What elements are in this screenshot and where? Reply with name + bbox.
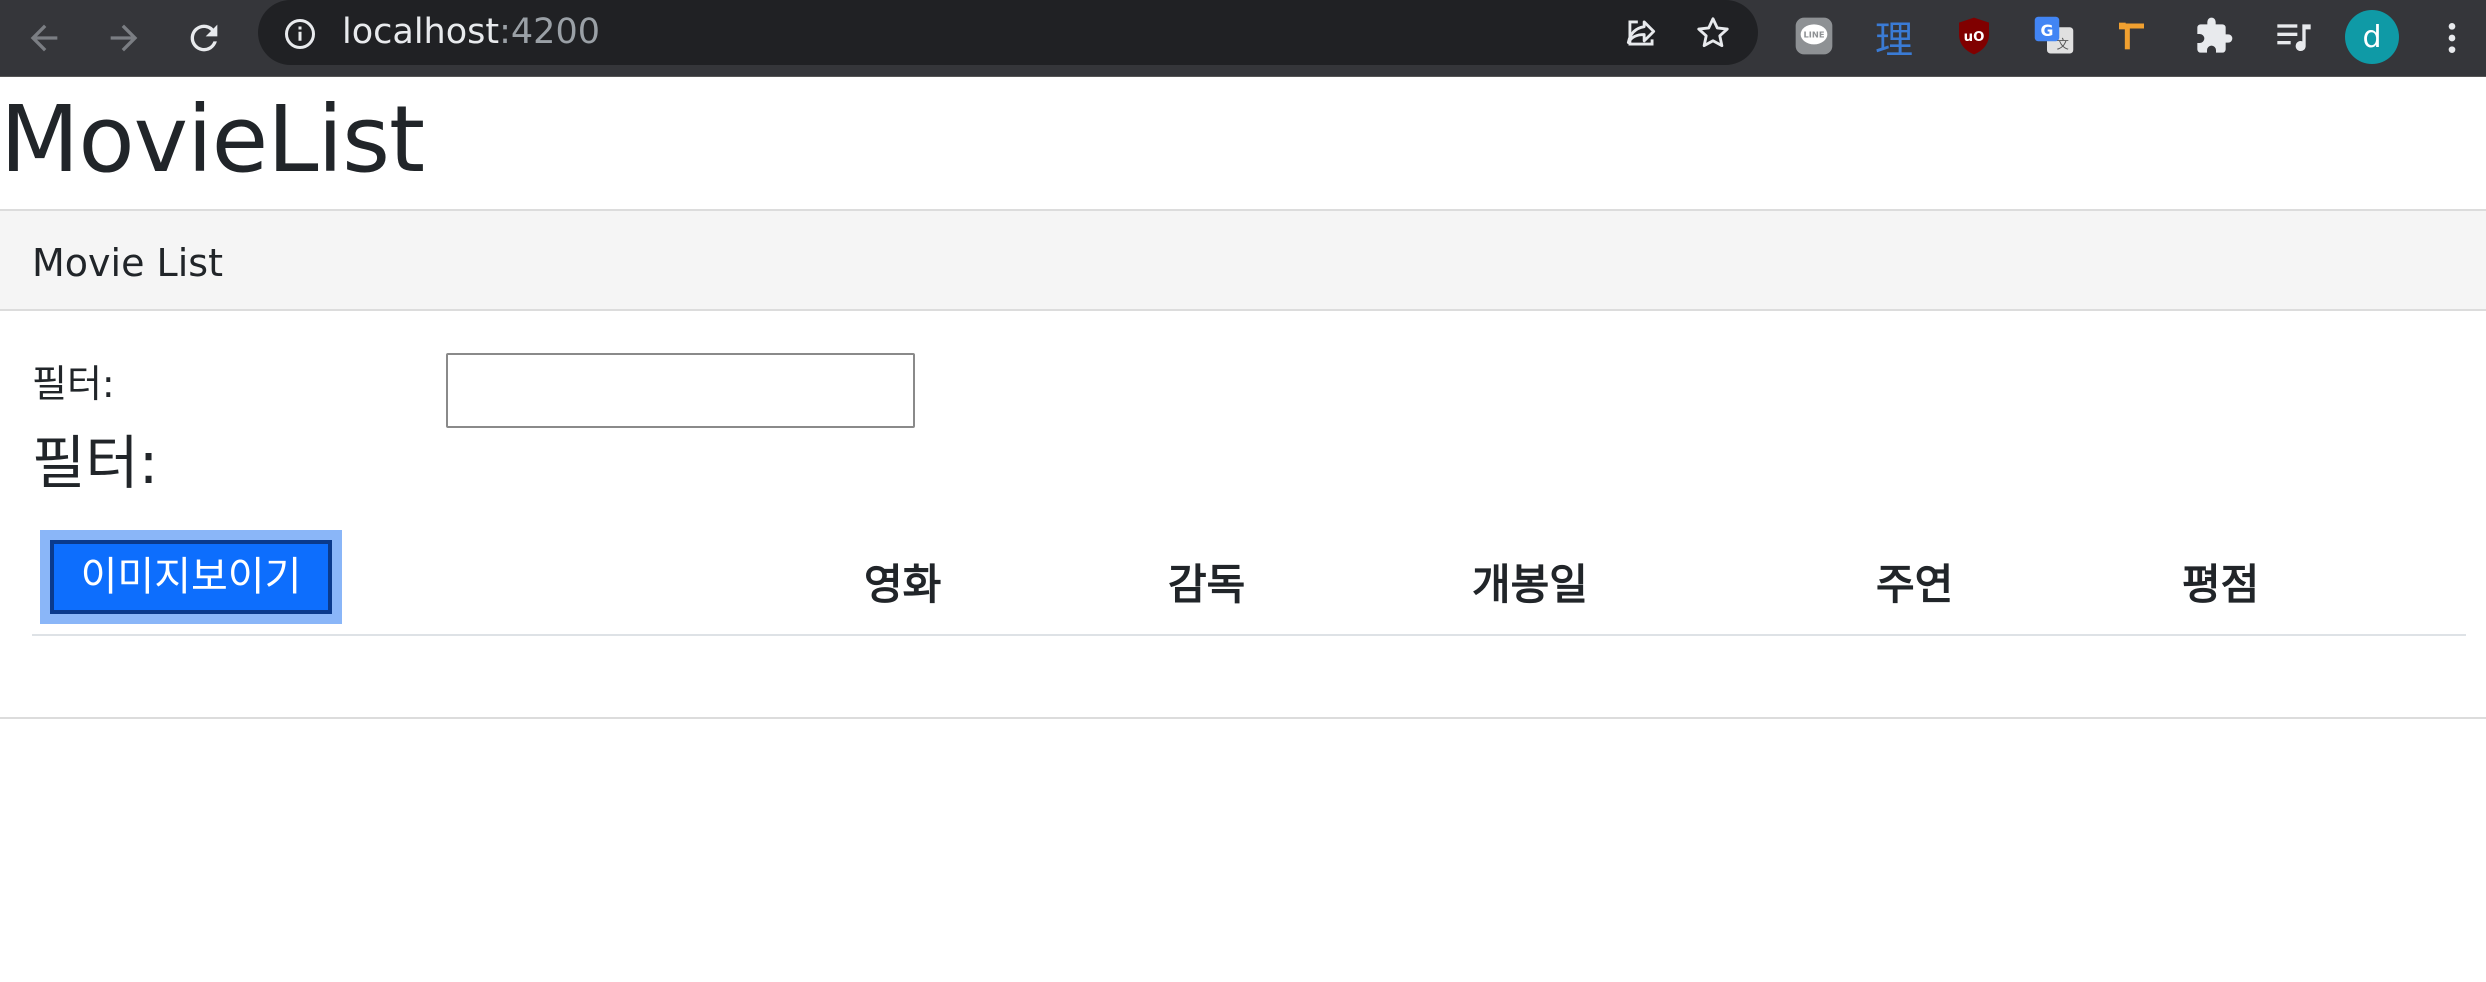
- page-title: MovieList: [0, 86, 425, 193]
- reload-button[interactable]: [172, 6, 236, 70]
- profile-avatar[interactable]: d: [2345, 10, 2399, 64]
- panel-heading: Movie List: [0, 209, 2486, 311]
- filter-input[interactable]: [446, 353, 915, 428]
- filter-label: 필터:: [32, 362, 115, 406]
- forward-button[interactable]: [92, 6, 156, 70]
- show-image-button[interactable]: 이미지보이기: [50, 540, 332, 614]
- url-host: localhost: [342, 12, 500, 52]
- url-port: :4200: [499, 12, 600, 52]
- google-translate-icon[interactable]: G文: [2030, 12, 2078, 60]
- table-header-starring: 주연: [1876, 560, 1954, 609]
- site-info-icon[interactable]: [282, 16, 318, 56]
- address-bar[interactable]: localhost:4200: [258, 0, 1758, 65]
- show-image-button-focus-ring: 이미지보이기: [40, 530, 342, 624]
- svg-text:G: G: [2041, 21, 2054, 40]
- back-button[interactable]: [12, 6, 76, 70]
- kanji-ri-icon[interactable]: 理: [1870, 12, 1918, 62]
- ublock-origin-icon[interactable]: uO: [1950, 12, 1998, 60]
- table-header-director: 감독: [1168, 560, 1246, 609]
- bookmark-star-icon[interactable]: [1694, 14, 1732, 56]
- url-text[interactable]: localhost:4200: [342, 10, 600, 54]
- tampermonkey-icon[interactable]: [2110, 12, 2158, 60]
- svg-text:文: 文: [2057, 36, 2069, 51]
- table-header-movie: 영화: [864, 560, 942, 609]
- table-header-release-date: 개봉일: [1472, 560, 1588, 609]
- kebab-menu-icon: [2448, 23, 2456, 53]
- extensions-puzzle-icon[interactable]: [2190, 12, 2238, 60]
- table-header-rating: 평점: [2182, 560, 2260, 609]
- table-header-divider: [32, 634, 2466, 636]
- browser-menu-button[interactable]: [2420, 6, 2484, 70]
- browser-toolbar: localhost:4200 LINE 理 uO G文 d: [0, 0, 2486, 77]
- arrow-left-icon: [30, 24, 58, 52]
- share-icon[interactable]: [1622, 14, 1660, 56]
- panel-bottom-border: [0, 717, 2486, 719]
- panel-title: Movie List: [32, 241, 223, 285]
- svg-text:uO: uO: [1964, 30, 1985, 45]
- kanji-ri-label: 理: [1874, 17, 1913, 62]
- line-icon[interactable]: LINE: [1790, 12, 1838, 60]
- filter-heading: 필터:: [32, 429, 159, 497]
- arrow-right-icon: [110, 24, 138, 52]
- reading-list-icon[interactable]: [2270, 12, 2318, 60]
- reload-icon: [190, 24, 218, 52]
- svg-text:LINE: LINE: [1803, 30, 1824, 40]
